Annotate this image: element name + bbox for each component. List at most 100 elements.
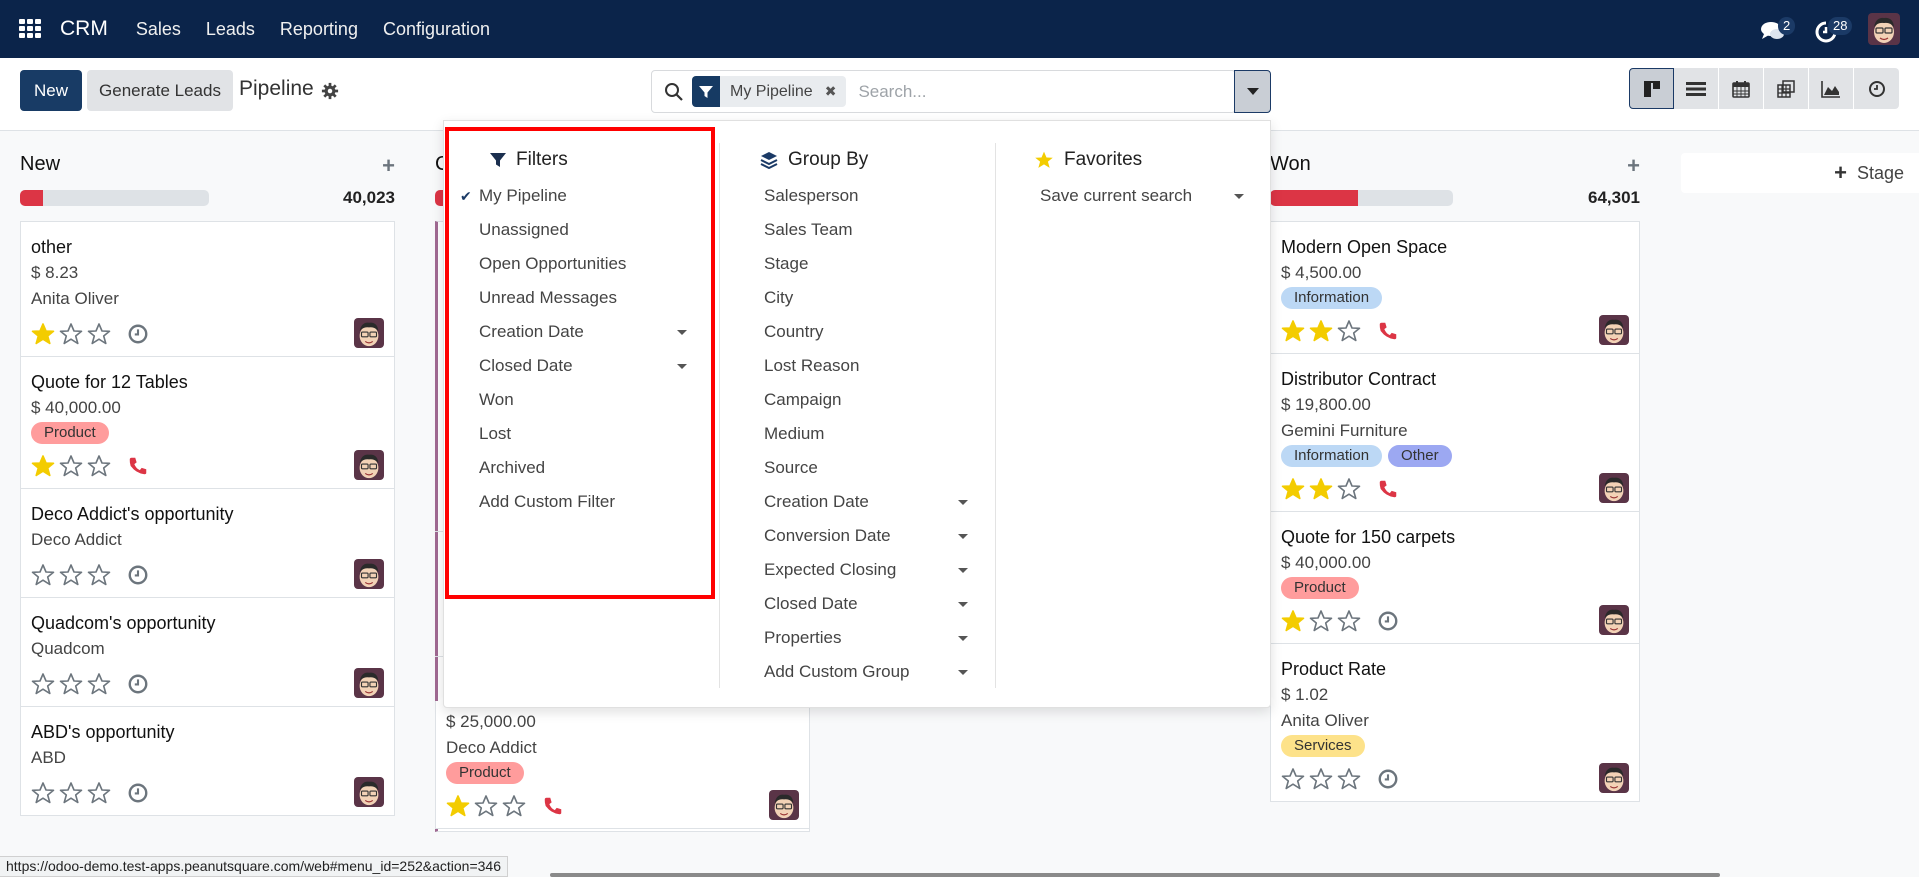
star-filled-icon[interactable]	[1281, 319, 1305, 343]
menu-reporting[interactable]: Reporting	[280, 19, 358, 40]
view-kanban-button[interactable]	[1629, 68, 1674, 109]
apps-menu-icon[interactable]	[19, 19, 43, 39]
dropdown-item-expected-closing[interactable]: Expected Closing	[764, 553, 968, 587]
view-pivot-button[interactable]	[1764, 68, 1809, 109]
clock-icon[interactable]	[1377, 768, 1399, 790]
kanban-card[interactable]: Deco Addict's opportunity Deco Addict	[20, 489, 395, 598]
dropdown-item-city[interactable]: City	[764, 281, 960, 315]
user-avatar[interactable]	[1868, 13, 1900, 45]
column-progress-bar[interactable]	[1270, 190, 1453, 206]
dropdown-item-stage[interactable]: Stage	[764, 247, 960, 281]
phone-icon[interactable]	[1377, 320, 1399, 342]
star-empty-icon[interactable]	[31, 672, 55, 696]
star-filled-icon[interactable]	[1309, 319, 1333, 343]
dropdown-item-sales-team[interactable]: Sales Team	[764, 213, 960, 247]
dropdown-item-add-custom-filter[interactable]: Add Custom Filter	[479, 485, 690, 519]
dropdown-item-open-opportunities[interactable]: Open Opportunities	[479, 247, 690, 281]
salesperson-avatar[interactable]	[354, 777, 384, 807]
dropdown-item-won[interactable]: Won	[479, 383, 690, 417]
dropdown-item-archived[interactable]: Archived	[479, 451, 690, 485]
kanban-card[interactable]: Quadcom's opportunity Quadcom	[20, 598, 395, 707]
star-empty-icon[interactable]	[59, 454, 83, 478]
search-input[interactable]	[858, 81, 1235, 102]
dropdown-item-closed-date[interactable]: Closed Date	[479, 349, 690, 383]
add-stage-button[interactable]: + Stage	[1681, 153, 1919, 193]
kanban-card[interactable]: ABD's opportunity ABD	[20, 707, 395, 816]
kanban-card[interactable]: Distributor Contract $ 19,800.00 Gemini Fu…	[1270, 354, 1640, 512]
dropdown-item-save-current-search[interactable]: Save current search	[1040, 179, 1244, 213]
star-empty-icon[interactable]	[1337, 767, 1361, 791]
star-filled-icon[interactable]	[31, 322, 55, 346]
star-empty-icon[interactable]	[31, 781, 55, 805]
star-filled-icon[interactable]	[1309, 477, 1333, 501]
view-calendar-button[interactable]	[1719, 68, 1764, 109]
search-options-toggle[interactable]	[1234, 70, 1271, 113]
star-empty-icon[interactable]	[31, 563, 55, 587]
dropdown-item-creation-date[interactable]: Creation Date	[764, 485, 968, 519]
salesperson-avatar[interactable]	[1599, 315, 1629, 345]
star-empty-icon[interactable]	[59, 672, 83, 696]
clock-icon[interactable]	[127, 323, 149, 345]
star-empty-icon[interactable]	[1337, 609, 1361, 633]
kanban-card[interactable]: Quote for 150 carpets $ 40,000.00 Product	[1270, 512, 1640, 644]
dropdown-item-medium[interactable]: Medium	[764, 417, 960, 451]
star-empty-icon[interactable]	[87, 781, 111, 805]
star-empty-icon[interactable]	[474, 794, 498, 818]
kanban-card[interactable]: $ 25,000.00 Deco Addict Product	[435, 701, 810, 829]
dropdown-item-source[interactable]: Source	[764, 451, 960, 485]
star-empty-icon[interactable]	[1309, 767, 1333, 791]
star-empty-icon[interactable]	[87, 322, 111, 346]
menu-configuration[interactable]: Configuration	[383, 19, 490, 40]
star-empty-icon[interactable]	[59, 322, 83, 346]
star-empty-icon[interactable]	[1337, 319, 1361, 343]
star-empty-icon[interactable]	[1337, 477, 1361, 501]
dropdown-item-lost[interactable]: Lost	[479, 417, 690, 451]
dropdown-item-conversion-date[interactable]: Conversion Date	[764, 519, 968, 553]
clock-icon[interactable]	[127, 673, 149, 695]
horizontal-scrollbar[interactable]	[550, 873, 1720, 877]
app-brand[interactable]: CRM	[60, 17, 108, 41]
salesperson-avatar[interactable]	[1599, 763, 1629, 793]
dropdown-item-properties[interactable]: Properties	[764, 621, 968, 655]
star-filled-icon[interactable]	[1281, 609, 1305, 633]
phone-icon[interactable]	[1377, 478, 1399, 500]
generate-leads-button[interactable]: Generate Leads	[87, 70, 233, 111]
dropdown-item-unassigned[interactable]: Unassigned	[479, 213, 690, 247]
dropdown-item-salesperson[interactable]: Salesperson	[764, 179, 960, 213]
kanban-card[interactable]: Quote for 12 Tables $ 40,000.00 Product	[20, 357, 395, 489]
column-progress-bar[interactable]	[20, 190, 209, 206]
salesperson-avatar[interactable]	[1599, 473, 1629, 503]
activities-button[interactable]: 28	[1814, 14, 1853, 44]
dropdown-item-lost-reason[interactable]: Lost Reason	[764, 349, 960, 383]
salesperson-avatar[interactable]	[354, 318, 384, 348]
salesperson-avatar[interactable]	[1599, 605, 1629, 635]
quick-create-plus-icon[interactable]: +	[382, 153, 395, 179]
star-filled-icon[interactable]	[31, 454, 55, 478]
kanban-card[interactable]: other $ 8.23 Anita Oliver	[20, 221, 395, 357]
dropdown-item-creation-date[interactable]: Creation Date	[479, 315, 690, 349]
kanban-card[interactable]: Modern Open Space $ 4,500.00 Information	[1270, 221, 1640, 354]
star-empty-icon[interactable]	[1309, 609, 1333, 633]
messages-button[interactable]: 2	[1760, 14, 1796, 44]
dropdown-item-my-pipeline[interactable]: ✔ My Pipeline	[460, 179, 690, 213]
kanban-card[interactable]: Product Rate $ 1.02 Anita Oliver Services	[1270, 644, 1640, 802]
star-empty-icon[interactable]	[87, 672, 111, 696]
dropdown-item-closed-date[interactable]: Closed Date	[764, 587, 968, 621]
menu-leads[interactable]: Leads	[206, 19, 255, 40]
dropdown-item-country[interactable]: Country	[764, 315, 960, 349]
menu-sales[interactable]: Sales	[136, 19, 181, 40]
star-empty-icon[interactable]	[59, 563, 83, 587]
salesperson-avatar[interactable]	[354, 559, 384, 589]
star-empty-icon[interactable]	[87, 563, 111, 587]
dropdown-item-unread-messages[interactable]: Unread Messages	[479, 281, 690, 315]
view-graph-button[interactable]	[1809, 68, 1854, 109]
gear-icon[interactable]	[321, 82, 339, 100]
salesperson-avatar[interactable]	[769, 790, 799, 820]
remove-facet-icon[interactable]: ✖	[821, 76, 847, 107]
view-list-button[interactable]	[1674, 68, 1719, 109]
clock-icon[interactable]	[127, 782, 149, 804]
phone-icon[interactable]	[127, 455, 149, 477]
dropdown-item-campaign[interactable]: Campaign	[764, 383, 960, 417]
star-filled-icon[interactable]	[1281, 477, 1305, 501]
new-button[interactable]: New	[20, 70, 82, 111]
